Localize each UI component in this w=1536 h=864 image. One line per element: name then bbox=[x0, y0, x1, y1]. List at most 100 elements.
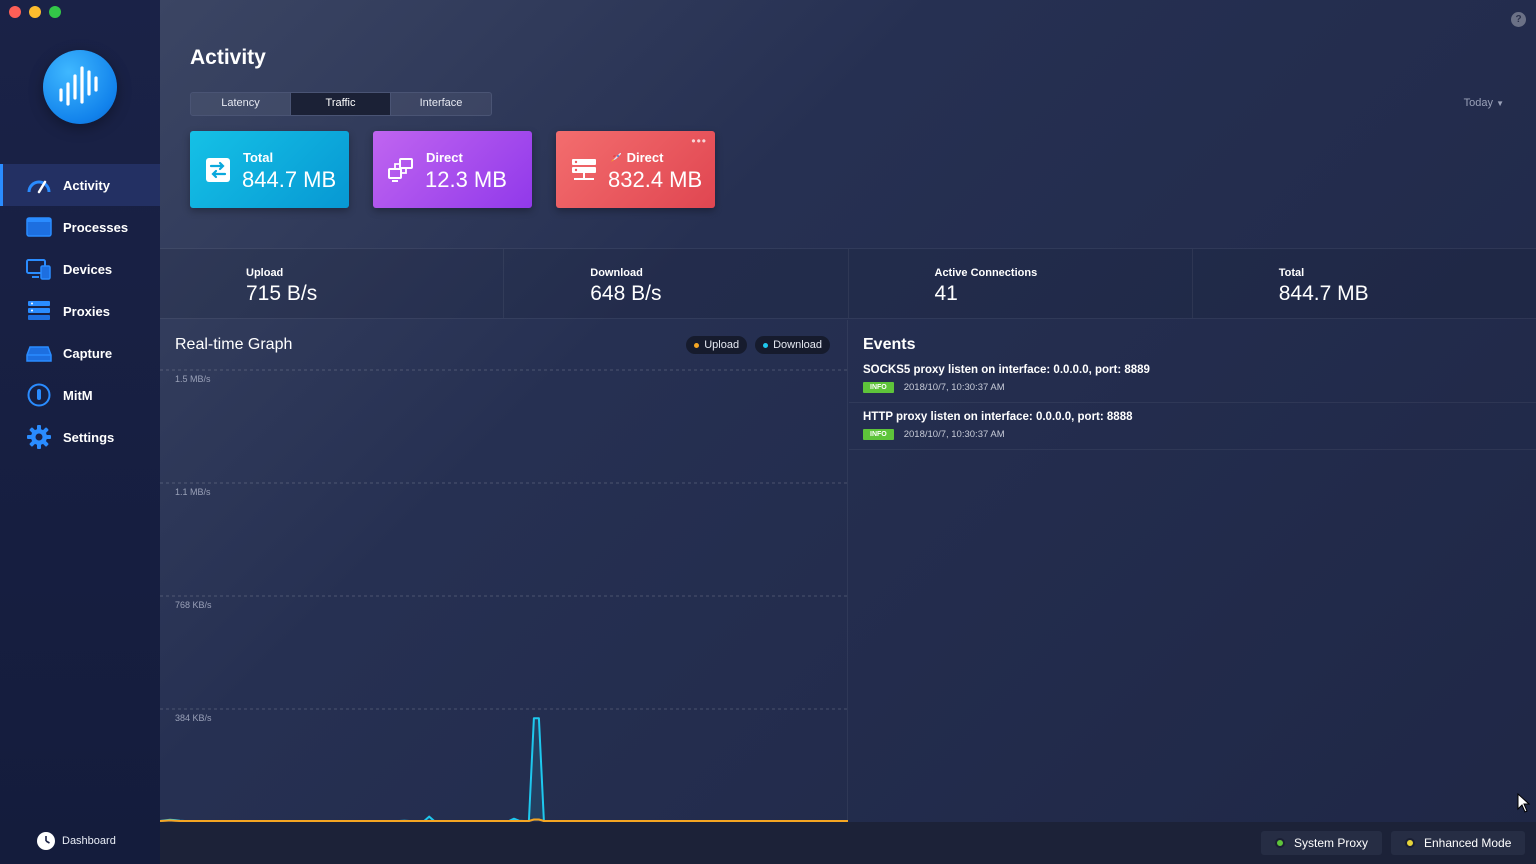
card-value: 832.4 MB bbox=[608, 167, 703, 192]
stat-value: 41 bbox=[934, 282, 958, 305]
upload-dot bbox=[694, 342, 700, 348]
card-value: 12.3 MB bbox=[425, 167, 507, 192]
dashboard-label: Dashboard bbox=[62, 835, 116, 847]
sidebar-item-label: Activity bbox=[63, 177, 110, 193]
stat-upload: Upload 715 B/s bbox=[160, 249, 505, 318]
stats-bar: Upload 715 B/s Download 648 B/s Active C… bbox=[160, 248, 1536, 319]
more-icon[interactable]: ••• bbox=[691, 134, 707, 148]
level-badge: INFO bbox=[863, 382, 894, 393]
stat-label: Total bbox=[1278, 267, 1305, 279]
sidebar-item-mitm[interactable]: MitM bbox=[0, 374, 160, 416]
tab-traffic[interactable]: Traffic bbox=[291, 93, 391, 115]
legend-label: Download bbox=[773, 339, 822, 351]
range-label: Today bbox=[1463, 97, 1494, 109]
y-axis-label: 1.1 MB/s bbox=[175, 487, 211, 497]
sidebar-item-proxies[interactable]: Proxies bbox=[0, 290, 160, 332]
view-tabs: Latency Traffic Interface bbox=[190, 92, 492, 116]
system-proxy-toggle[interactable]: System Proxy bbox=[1261, 831, 1383, 855]
page-title: Activity bbox=[190, 46, 266, 69]
tab-latency[interactable]: Latency bbox=[191, 93, 291, 115]
window-controls bbox=[9, 6, 61, 18]
waveform-icon bbox=[59, 66, 98, 106]
y-axis-label: 384 KB/s bbox=[175, 713, 212, 723]
devices-icon bbox=[26, 256, 52, 282]
stat-value: 715 B/s bbox=[246, 282, 318, 305]
graph-title: Real-time Graph bbox=[175, 336, 293, 353]
total-card[interactable]: Total 844.7 MB bbox=[190, 131, 349, 208]
swap-arrows-icon bbox=[204, 157, 232, 183]
realtime-graph-panel: Real-time Graph Upload Download 1.5 MB/s… bbox=[160, 320, 848, 822]
y-axis-label: 1.5 MB/s bbox=[175, 374, 211, 384]
event-time: 2018/10/7, 10:30:37 AM bbox=[903, 429, 1005, 440]
event-meta: INFO 2018/10/7, 10:30:37 AM bbox=[863, 382, 1536, 393]
server-stack-icon bbox=[570, 157, 598, 183]
caret-down-icon: ▼ bbox=[1496, 99, 1504, 108]
card-value: 844.7 MB bbox=[242, 167, 337, 192]
event-meta: INFO 2018/10/7, 10:30:37 AM bbox=[863, 429, 1536, 440]
rocket-icon bbox=[609, 151, 623, 163]
close-window-button[interactable] bbox=[9, 6, 21, 18]
status-dot bbox=[1405, 838, 1415, 848]
sidebar-item-label: Proxies bbox=[63, 303, 110, 319]
dashboard-link[interactable]: Dashboard bbox=[37, 832, 116, 850]
policy-card[interactable]: ••• Direct 832.4 MB bbox=[556, 131, 715, 208]
sidebar-item-settings[interactable]: Settings bbox=[0, 416, 160, 458]
server-icon bbox=[26, 298, 52, 324]
event-row[interactable]: HTTP proxy listen on interface: 0.0.0.0,… bbox=[849, 403, 1536, 450]
zoom-window-button[interactable] bbox=[49, 6, 61, 18]
card-label: Total bbox=[243, 150, 274, 165]
events-title: Events bbox=[863, 336, 916, 353]
status-dot bbox=[1275, 838, 1285, 848]
sidebar-item-capture[interactable]: Capture bbox=[0, 332, 160, 374]
stat-value: 844.7 MB bbox=[1278, 282, 1369, 305]
sidebar-item-label: Capture bbox=[63, 345, 113, 361]
sidebar-item-processes[interactable]: Processes bbox=[0, 206, 160, 248]
stat-download: Download 648 B/s bbox=[504, 249, 849, 318]
range-dropdown[interactable]: Today ▼ bbox=[1464, 97, 1504, 109]
download-dot bbox=[763, 342, 769, 348]
stat-value: 648 B/s bbox=[590, 282, 662, 305]
event-time: 2018/10/7, 10:30:37 AM bbox=[903, 382, 1005, 393]
level-badge: INFO bbox=[863, 429, 894, 440]
graph-legend: Upload Download bbox=[686, 336, 830, 354]
stat-active-connections: Active Connections 41 bbox=[848, 249, 1193, 318]
legend-upload[interactable]: Upload bbox=[686, 336, 748, 354]
series-line-download bbox=[160, 717, 848, 822]
stat-label: Upload bbox=[246, 267, 284, 279]
realtime-graph bbox=[160, 369, 848, 822]
mouse-cursor-icon bbox=[1517, 793, 1531, 813]
help-button[interactable]: ? bbox=[1511, 12, 1526, 27]
minimize-window-button[interactable] bbox=[29, 6, 41, 18]
sidebar-item-label: MitM bbox=[63, 387, 93, 403]
series-line-upload bbox=[160, 818, 848, 822]
traffic-cards: Total 844.7 MB Direct 12.3 MB ••• Direct… bbox=[190, 131, 715, 208]
event-row[interactable]: SOCKS5 proxy listen on interface: 0.0.0.… bbox=[849, 356, 1536, 403]
clock-icon bbox=[37, 832, 55, 850]
tab-interface[interactable]: Interface bbox=[391, 93, 491, 115]
stat-label: Active Connections bbox=[934, 267, 1038, 279]
main-content: ? Activity Latency Traffic Interface Tod… bbox=[160, 0, 1536, 864]
sidebar-item-label: Devices bbox=[63, 261, 113, 277]
card-label: Direct bbox=[609, 150, 663, 165]
legend-label: Upload bbox=[704, 339, 740, 351]
gear-icon bbox=[26, 424, 52, 450]
event-message: SOCKS5 proxy listen on interface: 0.0.0.… bbox=[863, 364, 1150, 376]
legend-download[interactable]: Download bbox=[755, 336, 830, 354]
enhanced-mode-toggle[interactable]: Enhanced Mode bbox=[1391, 831, 1526, 855]
events-panel: Events SOCKS5 proxy listen on interface:… bbox=[849, 320, 1536, 822]
direct-card[interactable]: Direct 12.3 MB bbox=[373, 131, 532, 208]
sidebar: Activity Processes Devices Proxies Captu… bbox=[0, 0, 160, 864]
status-bar: System Proxy Enhanced Mode bbox=[160, 822, 1536, 864]
sidebar-item-activity[interactable]: Activity bbox=[0, 164, 160, 206]
sidebar-item-label: Settings bbox=[63, 429, 115, 445]
sidebar-item-label: Processes bbox=[63, 219, 129, 235]
sidebar-nav: Activity Processes Devices Proxies Captu… bbox=[0, 164, 160, 458]
drive-icon bbox=[26, 340, 52, 366]
stat-total: Total 844.7 MB bbox=[1192, 249, 1536, 318]
system-proxy-label: System Proxy bbox=[1294, 836, 1369, 850]
speedometer-icon bbox=[26, 172, 52, 198]
card-label-text: Direct bbox=[626, 150, 664, 165]
sidebar-item-devices[interactable]: Devices bbox=[0, 248, 160, 290]
stat-label: Download bbox=[590, 267, 643, 279]
enhanced-mode-label: Enhanced Mode bbox=[1424, 836, 1512, 850]
